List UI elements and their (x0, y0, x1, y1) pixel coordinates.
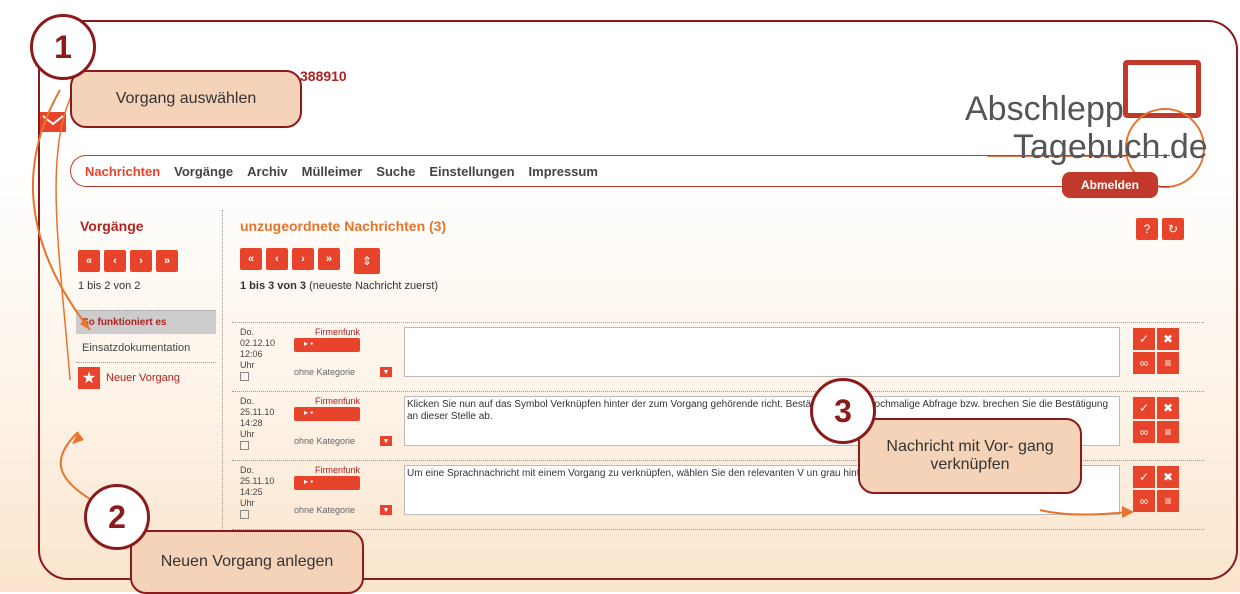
row-date: Do. 02.12.10 12:06 Uhr (240, 327, 275, 381)
row-date-value: 25.11.10 (240, 476, 275, 486)
row-category: ohne Kategorie (294, 505, 356, 515)
trash-icon[interactable]: ✖ (1157, 328, 1179, 350)
sidebar-pager: « ‹ › » (78, 250, 178, 272)
new-case-button[interactable]: ★ Neuer Vorgang (76, 363, 216, 393)
main-pager: « ‹ › » ⇕ (240, 248, 380, 274)
trash-icon[interactable]: ✖ (1157, 466, 1179, 488)
sidebar-count: 1 bis 2 von 2 (78, 280, 141, 292)
row-actions: ✓ ✖ ∞ ≡ (1132, 465, 1192, 513)
next-page-icon[interactable]: › (292, 248, 314, 270)
row-actions: ✓ ✖ ∞ ≡ (1132, 327, 1192, 375)
nav-vorgaenge[interactable]: Vorgänge (174, 164, 233, 179)
main-nav: Nachrichten Vorgänge Archiv Mülleimer Su… (70, 155, 1170, 187)
sidebar-item-einsatzdokumentation[interactable]: Einsatzdokumentation (76, 334, 216, 363)
list-icon[interactable]: ≡ (1157, 421, 1179, 443)
new-case-label: Neuer Vorgang (106, 372, 180, 384)
row-message-text[interactable] (404, 327, 1120, 377)
row-time: 14:25 (240, 487, 263, 497)
category-dropdown-icon[interactable]: ▼ (380, 436, 392, 446)
count-bold: 1 bis 3 von 3 (240, 280, 307, 292)
last-page-icon[interactable]: » (156, 250, 178, 272)
row-day: Do. (240, 465, 255, 475)
main-panel: unzugeordnete Nachrichten (3) « ‹ › » ⇕ … (232, 210, 1212, 550)
first-page-icon[interactable]: « (78, 250, 100, 272)
mail-icon[interactable] (40, 112, 66, 132)
row-time: 12:06 (240, 349, 263, 359)
logout-button[interactable]: Abmelden (1062, 172, 1158, 198)
link-icon[interactable]: ∞ (1133, 421, 1155, 443)
logo-text-line1: Abschlepp (965, 90, 1124, 128)
nav-impressum[interactable]: Impressum (529, 164, 598, 179)
row-category: ohne Kategorie (294, 436, 356, 446)
callout-3: Nachricht mit Vor- gang verknüpfen (858, 418, 1082, 494)
row-date: Do. 25.11.10 14:25 Uhr (240, 465, 274, 519)
callout-number-3: 3 (810, 378, 876, 444)
audio-player[interactable] (294, 407, 360, 421)
row-date-value: 25.11.10 (240, 407, 275, 417)
row-day: Do. (240, 396, 255, 406)
list-icon[interactable]: ≡ (1157, 490, 1179, 512)
row-day: Do. (240, 327, 255, 337)
count-rest: (neueste Nachricht zuerst) (309, 280, 439, 292)
row-category: ohne Kategorie (294, 367, 356, 377)
category-dropdown-icon[interactable]: ▼ (380, 505, 392, 515)
row-sender: Firmenfunk (314, 465, 360, 475)
row-checkbox[interactable] (240, 510, 249, 519)
table-row: Do. 02.12.10 12:06 Uhr Firmenfunk ohne K… (232, 323, 1204, 392)
prev-page-icon[interactable]: ‹ (266, 248, 288, 270)
help-icon[interactable]: ? (1136, 218, 1158, 240)
row-sender: Firmenfunk (314, 327, 360, 337)
audio-player[interactable] (294, 338, 360, 352)
callout-1: Vorgang auswählen (70, 70, 302, 128)
callout-2: Neuen Vorgang anlegen (130, 530, 364, 594)
sidebar-title: Vorgänge (80, 218, 144, 234)
nav-suche[interactable]: Suche (376, 164, 415, 179)
row-checkbox[interactable] (240, 441, 249, 450)
list-icon[interactable]: ≡ (1157, 352, 1179, 374)
audio-player[interactable] (294, 476, 360, 490)
row-time: 14:28 (240, 418, 263, 428)
row-time-suffix: Uhr (240, 360, 255, 370)
nav-archiv[interactable]: Archiv (247, 164, 287, 179)
row-date: Do. 25.11.10 14:28 Uhr (240, 396, 274, 450)
row-actions: ✓ ✖ ∞ ≡ (1132, 396, 1192, 444)
last-page-icon[interactable]: » (318, 248, 340, 270)
nav-muelleimer[interactable]: Mülleimer (302, 164, 363, 179)
link-icon[interactable]: ∞ (1133, 490, 1155, 512)
check-icon[interactable]: ✓ (1133, 397, 1155, 419)
first-page-icon[interactable]: « (240, 248, 262, 270)
column-divider (222, 210, 223, 550)
star-icon: ★ (78, 367, 100, 389)
nav-nachrichten[interactable]: Nachrichten (85, 164, 160, 179)
row-date-value: 02.12.10 (240, 338, 276, 348)
trash-icon[interactable]: ✖ (1157, 397, 1179, 419)
row-time-suffix: Uhr (240, 498, 255, 508)
prev-page-icon[interactable]: ‹ (104, 250, 126, 272)
row-time-suffix: Uhr (240, 429, 255, 439)
top-icons: ? ↻ (1136, 218, 1184, 240)
main-count: 1 bis 3 von 3 (neueste Nachricht zuerst) (240, 280, 438, 292)
next-page-icon[interactable]: › (130, 250, 152, 272)
sidebar-menu: So funktioniert es Einsatzdokumentation … (76, 310, 216, 393)
case-id: 388910 (300, 68, 347, 84)
category-dropdown-icon[interactable]: ▼ (380, 367, 392, 377)
check-icon[interactable]: ✓ (1133, 466, 1155, 488)
row-sender: Firmenfunk (314, 396, 360, 406)
check-icon[interactable]: ✓ (1133, 328, 1155, 350)
refresh-icon[interactable]: ↻ (1162, 218, 1184, 240)
row-checkbox[interactable] (240, 372, 249, 381)
nav-einstellungen[interactable]: Einstellungen (429, 164, 514, 179)
callout-number-2: 2 (84, 484, 150, 550)
sort-icon[interactable]: ⇕ (354, 248, 380, 274)
sidebar-item-so-funktioniert-es[interactable]: So funktioniert es (76, 310, 216, 334)
callout-number-1: 1 (30, 14, 96, 80)
main-title: unzugeordnete Nachrichten (3) (240, 218, 447, 234)
link-icon[interactable]: ∞ (1133, 352, 1155, 374)
